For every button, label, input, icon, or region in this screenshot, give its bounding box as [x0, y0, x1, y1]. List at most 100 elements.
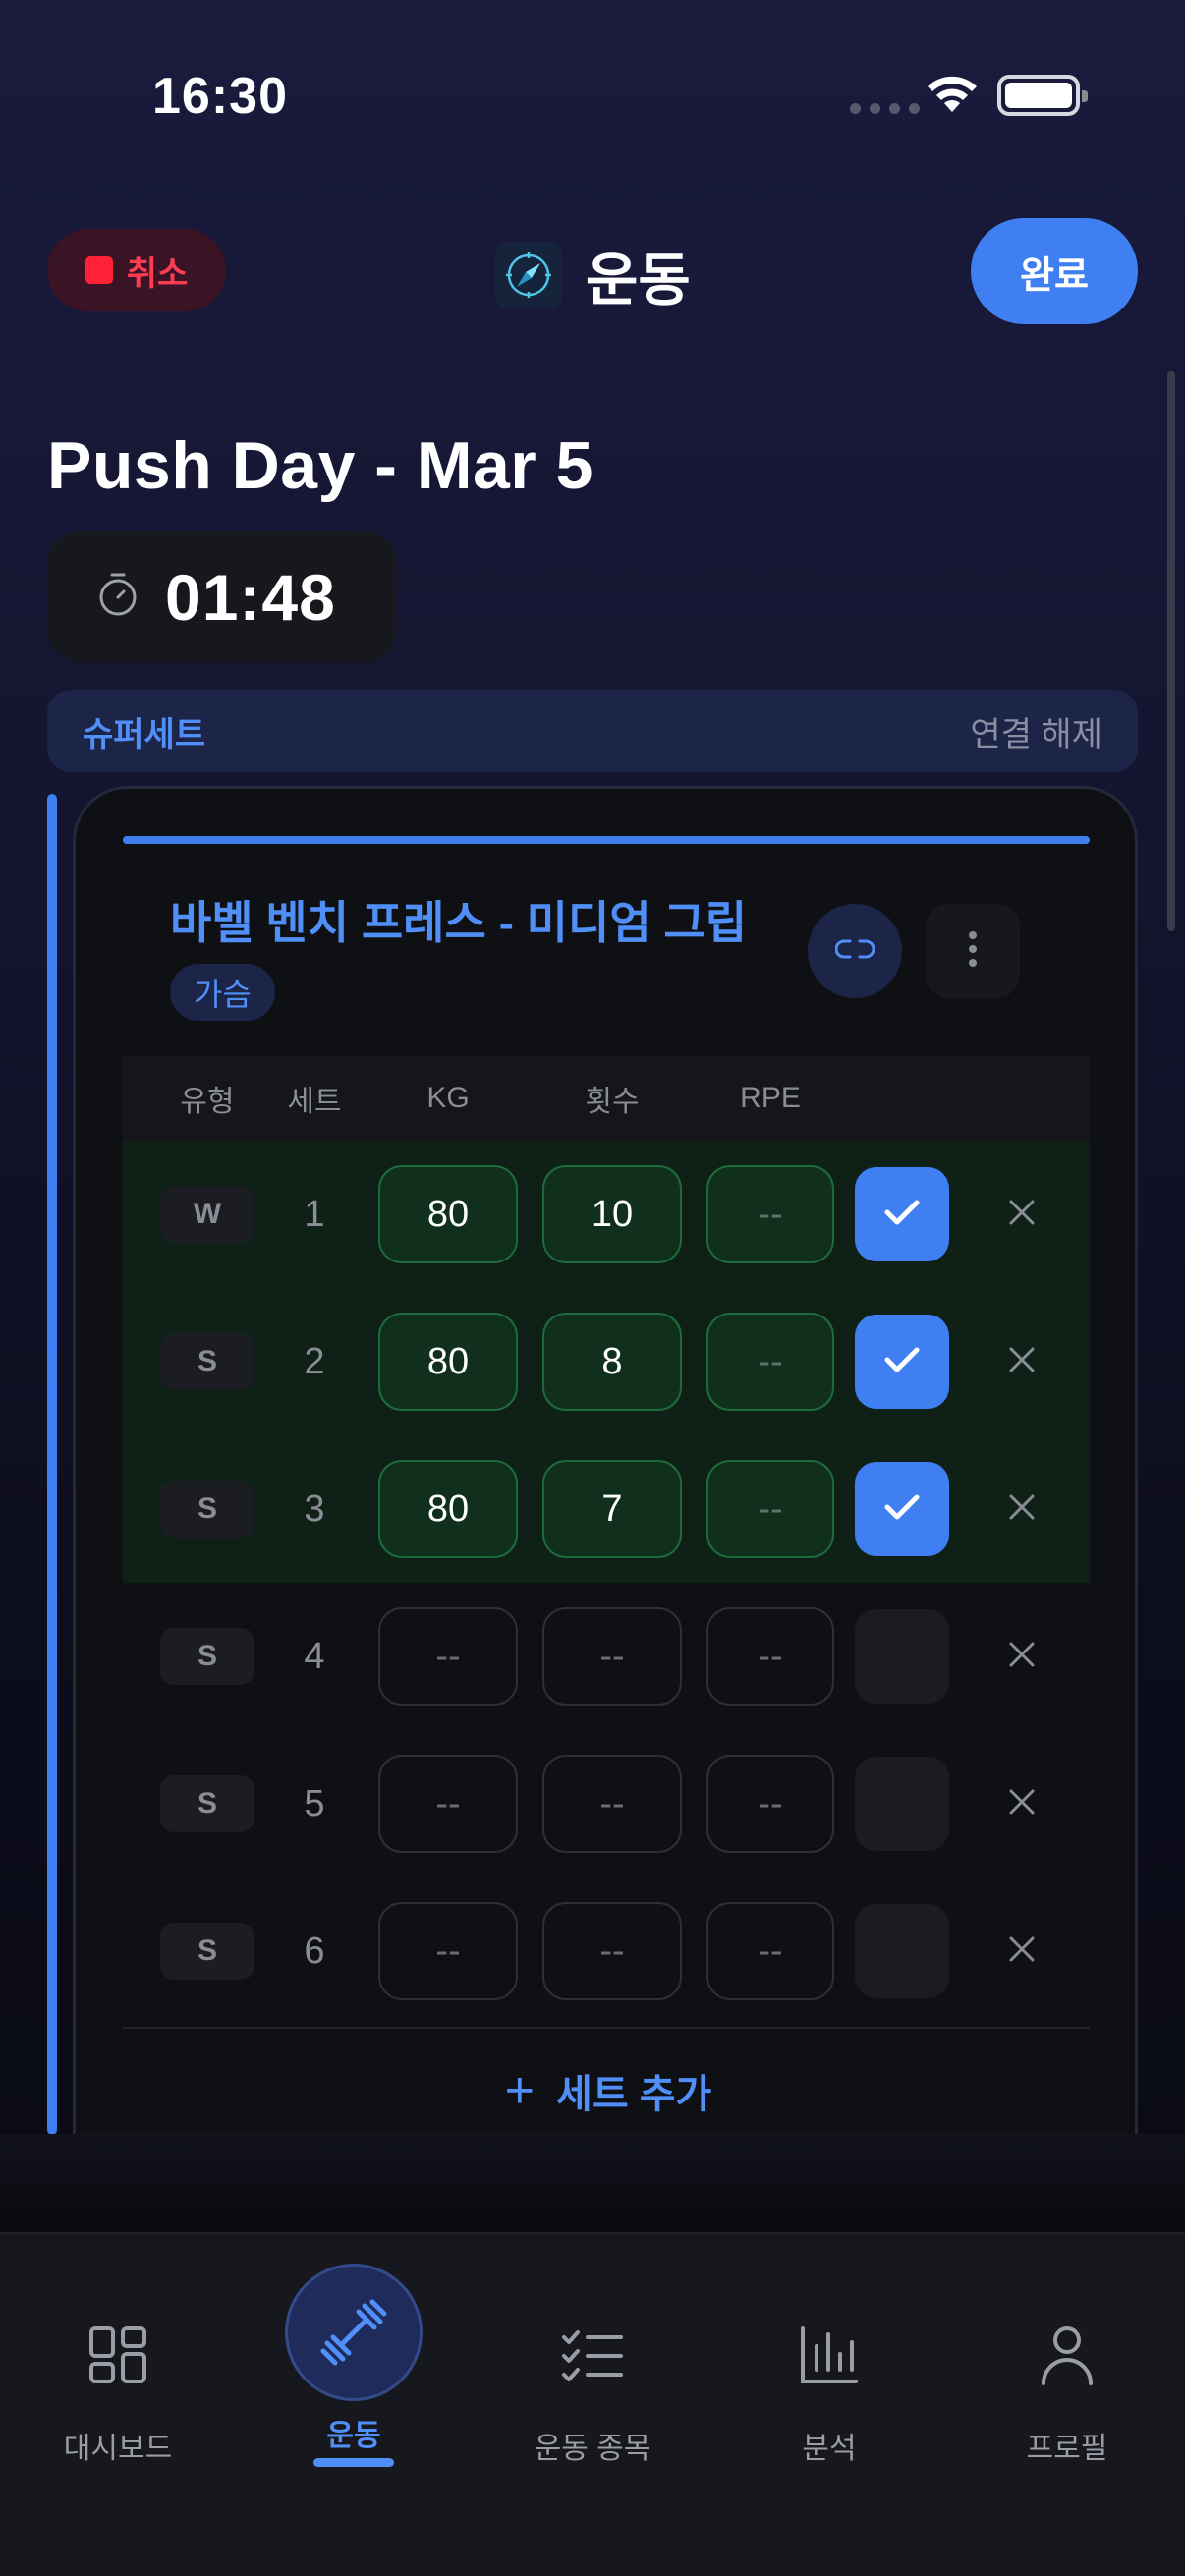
sets-table-header: 유형 세트 KG 횟수 RPE [123, 1056, 1090, 1141]
weight-input[interactable]: 80 [378, 1460, 518, 1558]
tab-label: 분석 [802, 2433, 857, 2465]
person-icon [1023, 2311, 1111, 2399]
workout-timer: 01:48 [47, 531, 397, 663]
column-reps: 횟수 [585, 1086, 640, 1118]
close-icon [1007, 1640, 1037, 1674]
delete-set-button[interactable] [988, 1583, 1056, 1730]
add-set-label: 세트 추가 [556, 2073, 712, 2116]
add-set-button[interactable]: + 세트 추가 [76, 2056, 1135, 2125]
finish-button[interactable]: 완료 [971, 218, 1138, 324]
reps-input[interactable]: -- [542, 1755, 682, 1853]
set-type-badge[interactable]: S [160, 1923, 254, 1980]
wifi-icon [926, 73, 979, 119]
stop-icon [85, 256, 113, 284]
set-type-badge[interactable]: S [160, 1481, 254, 1538]
more-options-button[interactable] [926, 904, 1020, 998]
compass-logo-icon [495, 242, 562, 308]
weight-input[interactable]: 80 [378, 1165, 518, 1263]
reps-input[interactable]: -- [542, 1902, 682, 2000]
set-type-badge[interactable]: S [160, 1333, 254, 1390]
delete-set-button[interactable] [988, 1730, 1056, 1877]
card-divider [123, 2027, 1090, 2029]
more-vertical-icon [967, 929, 979, 974]
set-complete-checkbox[interactable] [855, 1904, 949, 1998]
plus-icon: + [504, 2062, 536, 2119]
weight-input[interactable]: 80 [378, 1313, 518, 1411]
set-type-badge[interactable]: W [160, 1186, 254, 1243]
rpe-input[interactable]: -- [706, 1902, 834, 2000]
set-row: S 2 80 8 -- [123, 1288, 1090, 1435]
set-row: S 5 -- -- -- [123, 1730, 1090, 1877]
superset-label: 슈퍼세트 [83, 715, 206, 754]
tab-label: 운동 종목 [534, 2433, 651, 2465]
delete-set-button[interactable] [988, 1288, 1056, 1435]
reps-input[interactable]: 10 [542, 1165, 682, 1263]
checklist-icon [548, 2311, 637, 2399]
timer-text: 01:48 [165, 560, 336, 634]
checkmark-icon [882, 1491, 922, 1528]
set-number: 3 [304, 1487, 325, 1530]
delete-set-button[interactable] [988, 1877, 1056, 2025]
set-number: 5 [304, 1782, 325, 1824]
column-rpe: RPE [740, 1082, 801, 1114]
rpe-input[interactable]: -- [706, 1460, 834, 1558]
tab-workout[interactable]: 운동 [236, 2234, 472, 2529]
tab-dashboard[interactable]: 대시보드 [0, 2234, 236, 2529]
set-row: W 1 80 10 -- [123, 1141, 1090, 1288]
checkmark-icon [882, 1344, 922, 1380]
rpe-input[interactable]: -- [706, 1755, 834, 1853]
set-number: 2 [304, 1340, 325, 1382]
tab-exercise-list[interactable]: 운동 종목 [475, 2234, 710, 2529]
muscle-tag: 가슴 [170, 964, 275, 1021]
set-complete-checkbox[interactable] [855, 1315, 949, 1409]
active-tab-indicator [313, 2458, 394, 2467]
set-complete-checkbox[interactable] [855, 1609, 949, 1704]
rpe-input[interactable]: -- [706, 1313, 834, 1411]
cancel-button[interactable]: 취소 [47, 229, 226, 311]
rpe-input[interactable]: -- [706, 1607, 834, 1706]
reps-input[interactable]: -- [542, 1607, 682, 1706]
weight-input[interactable]: -- [378, 1902, 518, 2000]
weight-input[interactable]: -- [378, 1607, 518, 1706]
page-title: 운동 [495, 234, 691, 316]
unlink-superset-button[interactable]: 연결 해제 [970, 707, 1102, 756]
delete-set-button[interactable] [988, 1435, 1056, 1583]
close-icon [1007, 1787, 1037, 1821]
tab-label: 프로필 [1026, 2433, 1108, 2465]
delete-set-button[interactable] [988, 1141, 1056, 1288]
set-complete-checkbox[interactable] [855, 1757, 949, 1851]
set-row: S 4 -- -- -- [123, 1583, 1090, 1730]
bar-chart-icon [785, 2311, 874, 2399]
scrollbar[interactable] [1167, 371, 1175, 931]
exercise-name[interactable]: 바벨 벤치 프레스 - 미디엄 그립 [170, 887, 747, 952]
cancel-label: 취소 [126, 254, 189, 293]
rpe-input[interactable]: -- [706, 1165, 834, 1263]
set-number: 6 [304, 1930, 325, 1972]
tab-label: 대시보드 [63, 2433, 173, 2465]
set-complete-checkbox[interactable] [855, 1167, 949, 1261]
set-type-badge[interactable]: S [160, 1628, 254, 1685]
card-accent-line [123, 836, 1090, 844]
checkmark-icon [882, 1197, 922, 1233]
reps-input[interactable]: 7 [542, 1460, 682, 1558]
set-type-badge[interactable]: S [160, 1775, 254, 1832]
close-icon [1007, 1934, 1037, 1969]
superset-accent-line [47, 794, 57, 2135]
tab-profile[interactable]: 프로필 [949, 2234, 1185, 2529]
set-complete-checkbox[interactable] [855, 1462, 949, 1556]
set-row: S 3 80 7 -- [123, 1435, 1090, 1583]
tab-bar: 대시보드 운동 운동 종목 분석 프로필 [0, 2232, 1185, 2576]
workout-title[interactable]: Push Day - Mar 5 [47, 427, 593, 504]
superset-link-button[interactable] [808, 904, 902, 998]
close-icon [1007, 1198, 1037, 1232]
stopwatch-icon [96, 571, 140, 623]
app-title-text: 운동 [586, 249, 691, 312]
set-row: S 6 -- -- -- [123, 1877, 1090, 2025]
grid-icon [74, 2311, 162, 2399]
tab-analytics[interactable]: 분석 [711, 2234, 947, 2529]
superset-header: 슈퍼세트 연결 해제 [47, 690, 1138, 772]
reps-input[interactable]: 8 [542, 1313, 682, 1411]
set-number: 1 [304, 1193, 325, 1235]
weight-input[interactable]: -- [378, 1755, 518, 1853]
set-number: 4 [304, 1635, 325, 1677]
